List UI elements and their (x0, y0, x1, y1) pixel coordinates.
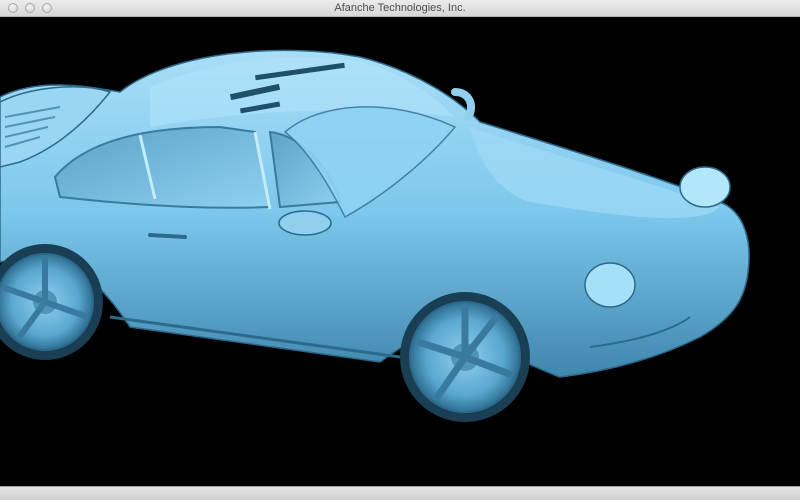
app-window: Afanche Technologies, Inc. (0, 0, 800, 500)
car-model-render (0, 49, 750, 422)
front-wheel (400, 292, 530, 422)
title-bar[interactable]: Afanche Technologies, Inc. (0, 0, 800, 17)
car-body (0, 49, 750, 378)
bottom-status-bar (0, 486, 800, 500)
3d-viewport[interactable] (0, 17, 800, 486)
window-title: Afanche Technologies, Inc. (334, 2, 466, 14)
